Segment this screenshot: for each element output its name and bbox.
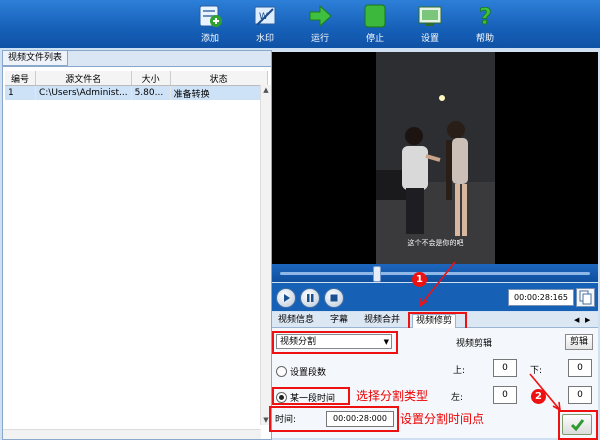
- annotation-choose-type: 选择分割类型: [356, 389, 429, 403]
- annotation-set-time-point: 设置分割时间点: [400, 412, 485, 426]
- annotation-arrows: [419, 261, 561, 411]
